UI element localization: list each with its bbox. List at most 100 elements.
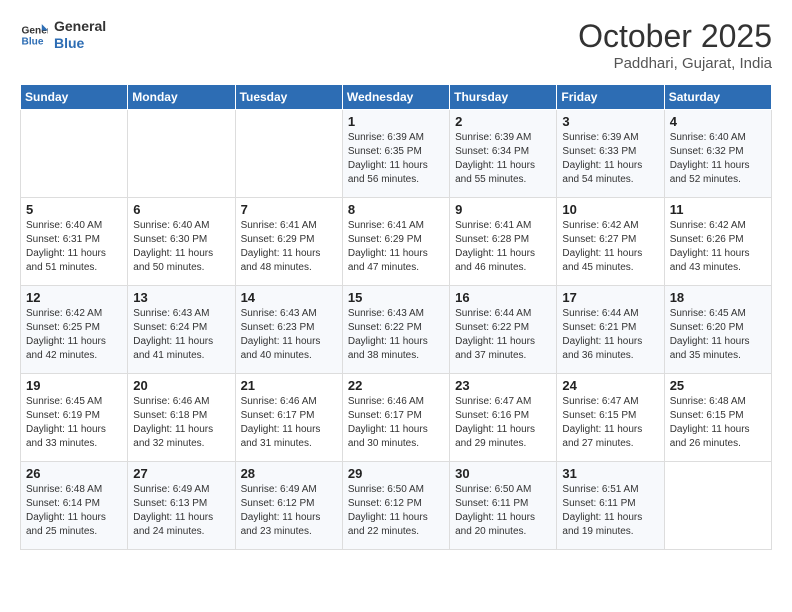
calendar-cell: 21Sunrise: 6:46 AM Sunset: 6:17 PM Dayli… <box>235 374 342 462</box>
calendar-cell <box>21 110 128 198</box>
calendar-cell: 29 Sunrise: 6:50 AM Sunset: 6:12 PM Dayli… <box>342 462 449 550</box>
calendar-cell: 27 Sunrise: 6:49 AM Sunset: 6:13 PM Dayli… <box>128 462 235 550</box>
calendar-cell: 30Sunrise: 6:50 AM Sunset: 6:11 PM Dayli… <box>450 462 557 550</box>
day-number: 12 <box>26 290 122 305</box>
calendar-cell: 20 Sunrise: 6:46 AM Sunset: 6:18 PM Dayli… <box>128 374 235 462</box>
cell-info: Sunrise: 6:48 AM Sunset: 6:15 PM Dayligh… <box>670 395 766 451</box>
calendar-cell: 22 Sunrise: 6:46 AM Sunset: 6:17 PM Dayli… <box>342 374 449 462</box>
calendar-cell: 25 Sunrise: 6:48 AM Sunset: 6:15 PM Dayli… <box>664 374 771 462</box>
day-number: 5 <box>26 202 122 217</box>
cell-info: Sunrise: 6:44 AM Sunset: 6:21 PM Dayligh… <box>562 307 658 363</box>
day-number: 3 <box>562 114 658 129</box>
cell-info: Sunrise: 6:40 AM Sunset: 6:32 PM Dayligh… <box>670 131 766 187</box>
cell-info: Sunrise: 6:40 AM Sunset: 6:30 PM Dayligh… <box>133 219 229 275</box>
cell-info: Sunrise: 6:39 AM Sunset: 6:33 PM Dayligh… <box>562 131 658 187</box>
day-number: 23 <box>455 378 551 393</box>
day-number: 27 <box>133 466 229 481</box>
cell-info: Sunrise: 6:39 AM Sunset: 6:35 PM Dayligh… <box>348 131 444 187</box>
weekday-header: Saturday <box>664 85 771 110</box>
cell-info: Sunrise: 6:47 AM Sunset: 6:16 PM Dayligh… <box>455 395 551 451</box>
calendar-cell: 3 Sunrise: 6:39 AM Sunset: 6:33 PM Daylig… <box>557 110 664 198</box>
svg-text:Blue: Blue <box>22 36 44 47</box>
day-number: 18 <box>670 290 766 305</box>
calendar-cell: 11Sunrise: 6:42 AM Sunset: 6:26 PM Dayli… <box>664 198 771 286</box>
calendar-cell: 9 Sunrise: 6:41 AM Sunset: 6:28 PM Daylig… <box>450 198 557 286</box>
calendar-cell: 15 Sunrise: 6:43 AM Sunset: 6:22 PM Dayli… <box>342 286 449 374</box>
day-number: 28 <box>241 466 337 481</box>
day-number: 16 <box>455 290 551 305</box>
calendar-body: 1 Sunrise: 6:39 AM Sunset: 6:35 PM Daylig… <box>21 110 772 550</box>
month-title: October 2025 <box>578 18 772 55</box>
calendar-cell: 7 Sunrise: 6:41 AM Sunset: 6:29 PM Daylig… <box>235 198 342 286</box>
day-number: 31 <box>562 466 658 481</box>
calendar-cell: 2Sunrise: 6:39 AM Sunset: 6:34 PM Daylig… <box>450 110 557 198</box>
calendar-cell <box>664 462 771 550</box>
page: General Blue General Blue October 2025 P… <box>0 0 792 568</box>
cell-info: Sunrise: 6:40 AM Sunset: 6:31 PM Dayligh… <box>26 219 122 275</box>
calendar-cell: 5 Sunrise: 6:40 AM Sunset: 6:31 PM Daylig… <box>21 198 128 286</box>
cell-info: Sunrise: 6:44 AM Sunset: 6:22 PM Dayligh… <box>455 307 551 363</box>
day-number: 24 <box>562 378 658 393</box>
day-number: 25 <box>670 378 766 393</box>
cell-info: Sunrise: 6:43 AM Sunset: 6:22 PM Dayligh… <box>348 307 444 363</box>
cell-info: Sunrise: 6:41 AM Sunset: 6:28 PM Dayligh… <box>455 219 551 275</box>
day-number: 29 <box>348 466 444 481</box>
calendar-cell: 23 Sunrise: 6:47 AM Sunset: 6:16 PM Dayli… <box>450 374 557 462</box>
cell-info: Sunrise: 6:46 AM Sunset: 6:17 PM Dayligh… <box>348 395 444 451</box>
day-number: 13 <box>133 290 229 305</box>
calendar-cell <box>235 110 342 198</box>
calendar-cell: 17 Sunrise: 6:44 AM Sunset: 6:21 PM Dayli… <box>557 286 664 374</box>
calendar-cell: 4 Sunrise: 6:40 AM Sunset: 6:32 PM Daylig… <box>664 110 771 198</box>
weekday-header: Friday <box>557 85 664 110</box>
cell-info: Sunrise: 6:48 AM Sunset: 6:14 PM Dayligh… <box>26 483 122 539</box>
day-number: 1 <box>348 114 444 129</box>
calendar-cell <box>128 110 235 198</box>
cell-info: Sunrise: 6:45 AM Sunset: 6:20 PM Dayligh… <box>670 307 766 363</box>
day-number: 14 <box>241 290 337 305</box>
logo-icon: General Blue <box>20 21 48 49</box>
calendar-cell: 16 Sunrise: 6:44 AM Sunset: 6:22 PM Dayli… <box>450 286 557 374</box>
cell-info: Sunrise: 6:41 AM Sunset: 6:29 PM Dayligh… <box>348 219 444 275</box>
day-number: 15 <box>348 290 444 305</box>
calendar-cell: 8 Sunrise: 6:41 AM Sunset: 6:29 PM Daylig… <box>342 198 449 286</box>
cell-info: Sunrise: 6:43 AM Sunset: 6:24 PM Dayligh… <box>133 307 229 363</box>
cell-info: Sunrise: 6:47 AM Sunset: 6:15 PM Dayligh… <box>562 395 658 451</box>
calendar-cell: 26 Sunrise: 6:48 AM Sunset: 6:14 PM Dayli… <box>21 462 128 550</box>
cell-info: Sunrise: 6:49 AM Sunset: 6:12 PM Dayligh… <box>241 483 337 539</box>
day-number: 8 <box>348 202 444 217</box>
cell-info: Sunrise: 6:45 AM Sunset: 6:19 PM Dayligh… <box>26 395 122 451</box>
cell-info: Sunrise: 6:42 AM Sunset: 6:25 PM Dayligh… <box>26 307 122 363</box>
calendar-cell: 6 Sunrise: 6:40 AM Sunset: 6:30 PM Daylig… <box>128 198 235 286</box>
day-number: 6 <box>133 202 229 217</box>
day-number: 7 <box>241 202 337 217</box>
day-number: 22 <box>348 378 444 393</box>
cell-info: Sunrise: 6:50 AM Sunset: 6:12 PM Dayligh… <box>348 483 444 539</box>
day-number: 19 <box>26 378 122 393</box>
day-number: 26 <box>26 466 122 481</box>
calendar-cell: 14Sunrise: 6:43 AM Sunset: 6:23 PM Dayli… <box>235 286 342 374</box>
cell-info: Sunrise: 6:49 AM Sunset: 6:13 PM Dayligh… <box>133 483 229 539</box>
cell-info: Sunrise: 6:41 AM Sunset: 6:29 PM Dayligh… <box>241 219 337 275</box>
day-number: 4 <box>670 114 766 129</box>
weekday-header: Thursday <box>450 85 557 110</box>
weekday-header: Wednesday <box>342 85 449 110</box>
calendar-cell: 10Sunrise: 6:42 AM Sunset: 6:27 PM Dayli… <box>557 198 664 286</box>
calendar-cell: 12 Sunrise: 6:42 AM Sunset: 6:25 PM Dayli… <box>21 286 128 374</box>
cell-info: Sunrise: 6:46 AM Sunset: 6:18 PM Dayligh… <box>133 395 229 451</box>
cell-info: Sunrise: 6:46 AM Sunset: 6:17 PM Dayligh… <box>241 395 337 451</box>
cell-info: Sunrise: 6:39 AM Sunset: 6:34 PM Dayligh… <box>455 131 551 187</box>
calendar-cell: 18 Sunrise: 6:45 AM Sunset: 6:20 PM Dayli… <box>664 286 771 374</box>
weekday-header: Sunday <box>21 85 128 110</box>
cell-info: Sunrise: 6:50 AM Sunset: 6:11 PM Dayligh… <box>455 483 551 539</box>
cell-info: Sunrise: 6:42 AM Sunset: 6:27 PM Dayligh… <box>562 219 658 275</box>
title-block: October 2025 Paddhari, Gujarat, India <box>578 18 772 72</box>
day-number: 17 <box>562 290 658 305</box>
day-number: 9 <box>455 202 551 217</box>
calendar-cell: 19 Sunrise: 6:45 AM Sunset: 6:19 PM Dayli… <box>21 374 128 462</box>
calendar-cell: 1 Sunrise: 6:39 AM Sunset: 6:35 PM Daylig… <box>342 110 449 198</box>
logo: General Blue General Blue <box>20 18 106 52</box>
day-number: 20 <box>133 378 229 393</box>
calendar-cell: 28 Sunrise: 6:49 AM Sunset: 6:12 PM Dayli… <box>235 462 342 550</box>
calendar-table: SundayMondayTuesdayWednesdayThursdayFrid… <box>20 84 772 550</box>
location: Paddhari, Gujarat, India <box>578 55 772 72</box>
